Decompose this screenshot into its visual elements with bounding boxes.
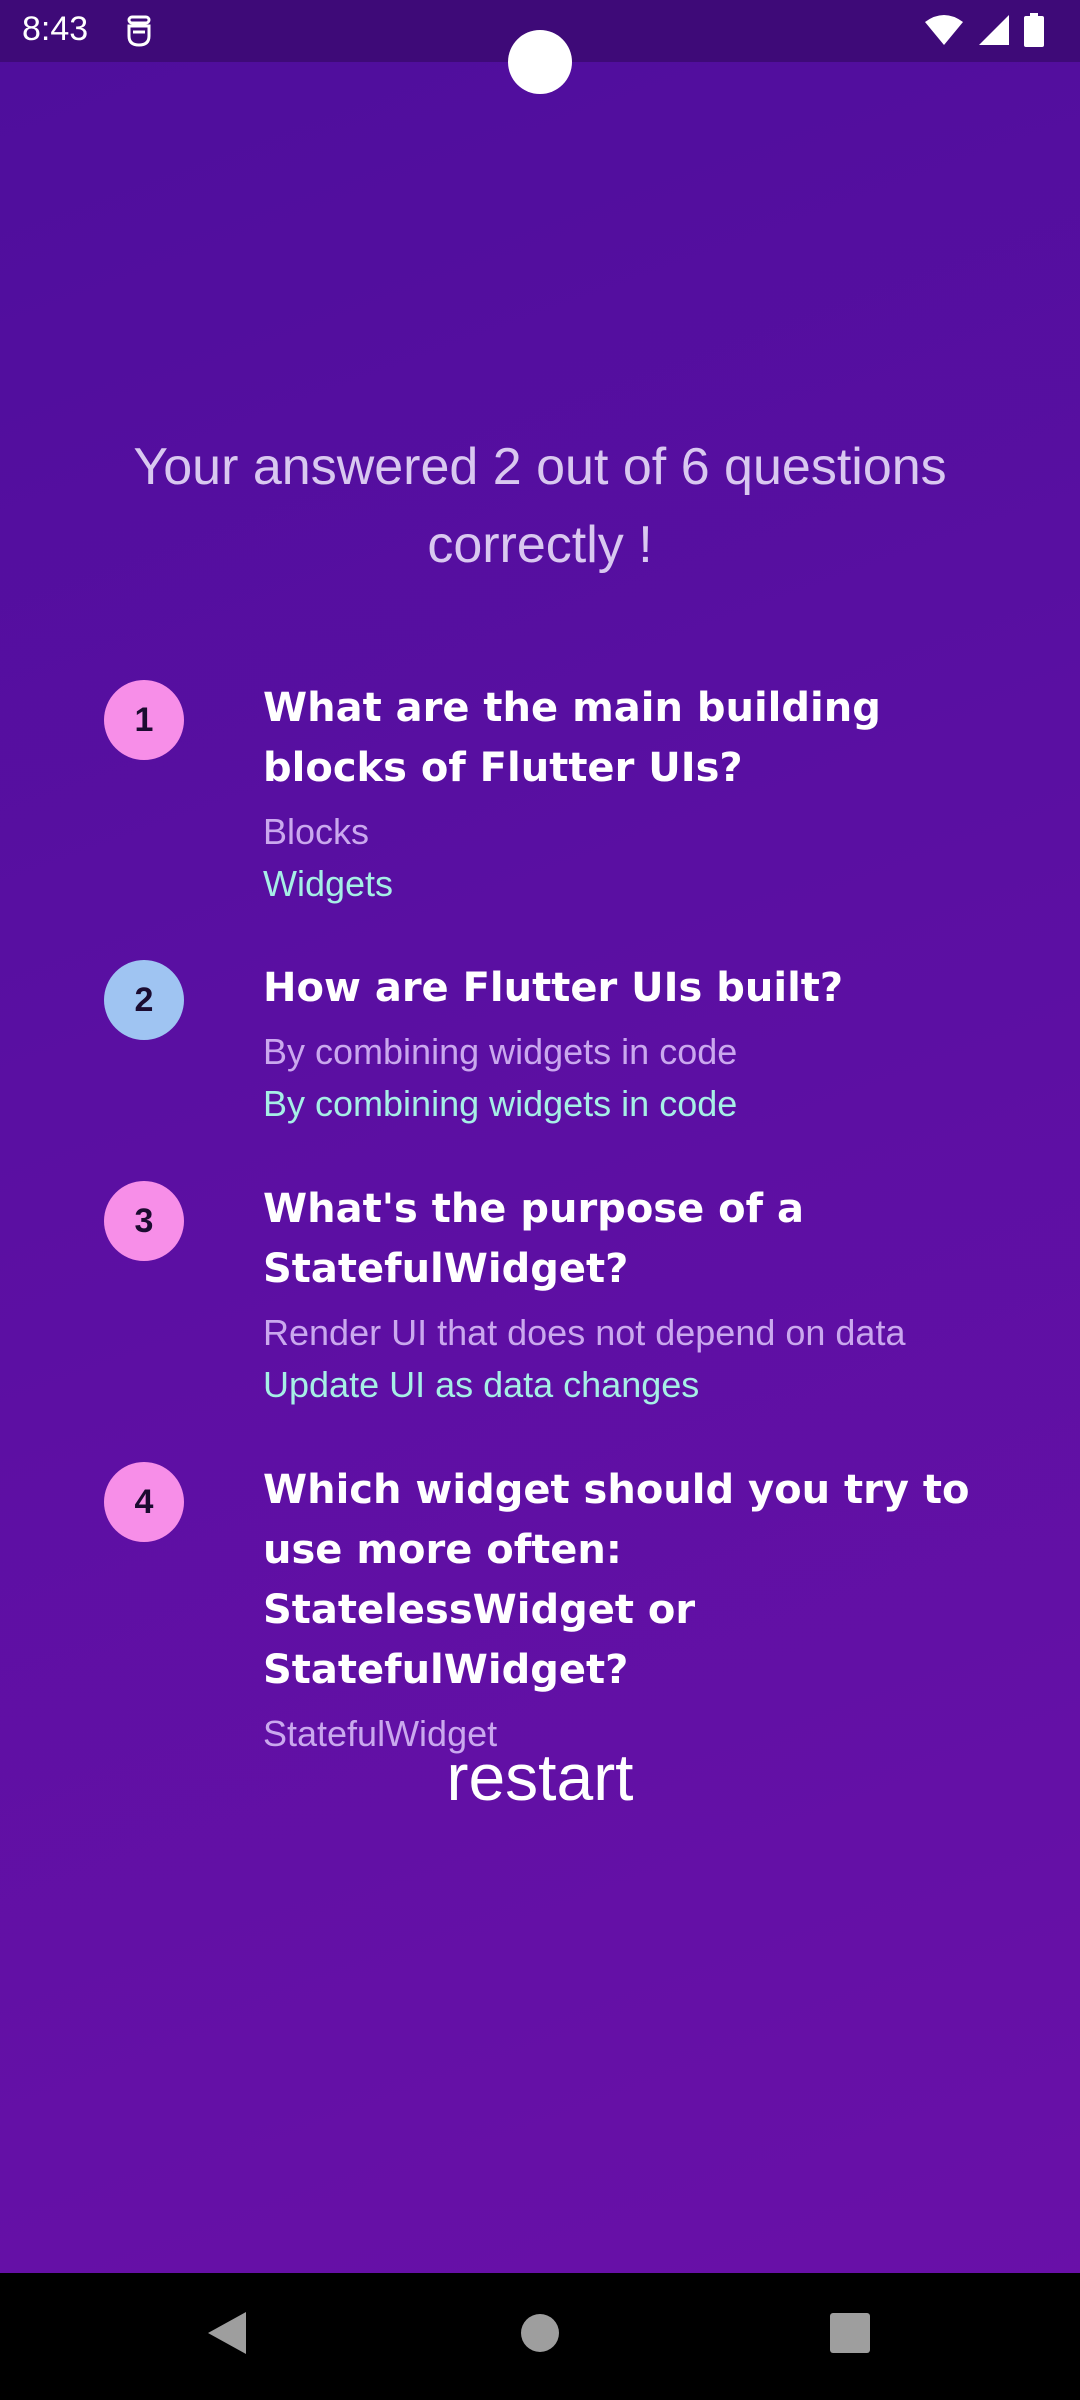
question-index-badge: 1	[104, 680, 184, 760]
question-index-badge: 3	[104, 1181, 184, 1261]
restart-button[interactable]: restart	[390, 1732, 690, 1822]
summary-item-body: What are the main building blocks of Flu…	[263, 678, 1003, 910]
results-summary-heading: Your answered 2 out of 6 questions corre…	[133, 438, 947, 574]
correct-answer: Widgets	[263, 863, 394, 904]
signal-icon	[978, 14, 1010, 51]
user-answer: By combining widgets in code	[263, 1031, 738, 1072]
question-text: How are Flutter UIs built?	[263, 965, 844, 1011]
back-icon	[204, 2309, 248, 2362]
question-index-badge: 2	[104, 960, 184, 1040]
home-icon	[518, 2311, 562, 2360]
system-navigation-bar	[0, 2273, 1080, 2400]
recents-button[interactable]	[818, 2303, 882, 2367]
home-button[interactable]	[508, 2303, 572, 2367]
status-time: 8:43	[22, 10, 89, 48]
question-text: What's the purpose of a StatefulWidget?	[263, 1186, 804, 1292]
question-text: Which widget should you try to use more …	[263, 1467, 970, 1693]
user-answer: Render UI that does not depend on data	[263, 1312, 906, 1353]
recents-icon	[829, 2312, 871, 2359]
wifi-icon	[924, 14, 964, 51]
summary-item-body: What's the purpose of a StatefulWidget? …	[263, 1179, 1003, 1411]
correct-answer: By combining widgets in code	[263, 1083, 738, 1124]
camera-cutout	[508, 30, 572, 94]
summary-item-body: How are Flutter UIs built? By combining …	[263, 958, 1003, 1130]
correct-answer: Update UI as data changes	[263, 1364, 700, 1405]
back-button[interactable]	[194, 2303, 258, 2367]
question-text: What are the main building blocks of Flu…	[263, 685, 881, 791]
summary-item-body: Which widget should you try to use more …	[263, 1460, 1003, 1760]
status-icons	[924, 12, 1044, 52]
question-index-badge: 4	[104, 1462, 184, 1542]
app-notification-icon	[124, 14, 154, 48]
battery-icon	[1024, 12, 1044, 52]
user-answer: Blocks	[263, 811, 370, 852]
